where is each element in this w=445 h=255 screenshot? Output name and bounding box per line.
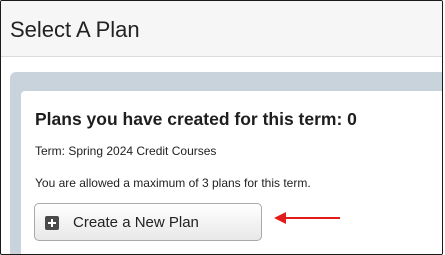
create-new-plan-button[interactable]: Create a New Plan xyxy=(34,203,262,241)
arrow-left-icon xyxy=(274,212,340,224)
term-label: Term: Spring 2024 Credit Courses xyxy=(35,144,217,158)
plan-limit-note: You are allowed a maximum of 3 plans for… xyxy=(35,176,311,190)
plans-count-heading: Plans you have created for this term: 0 xyxy=(35,109,357,129)
plan-selection-frame: Select A Plan Plans you have created for… xyxy=(0,0,443,255)
page-header: Select A Plan xyxy=(1,1,442,57)
plans-panel: Plans you have created for this term: 0 … xyxy=(21,91,442,254)
page-title: Select A Plan xyxy=(10,17,140,42)
plus-square-icon xyxy=(45,216,59,230)
create-new-plan-label: Create a New Plan xyxy=(73,214,199,231)
